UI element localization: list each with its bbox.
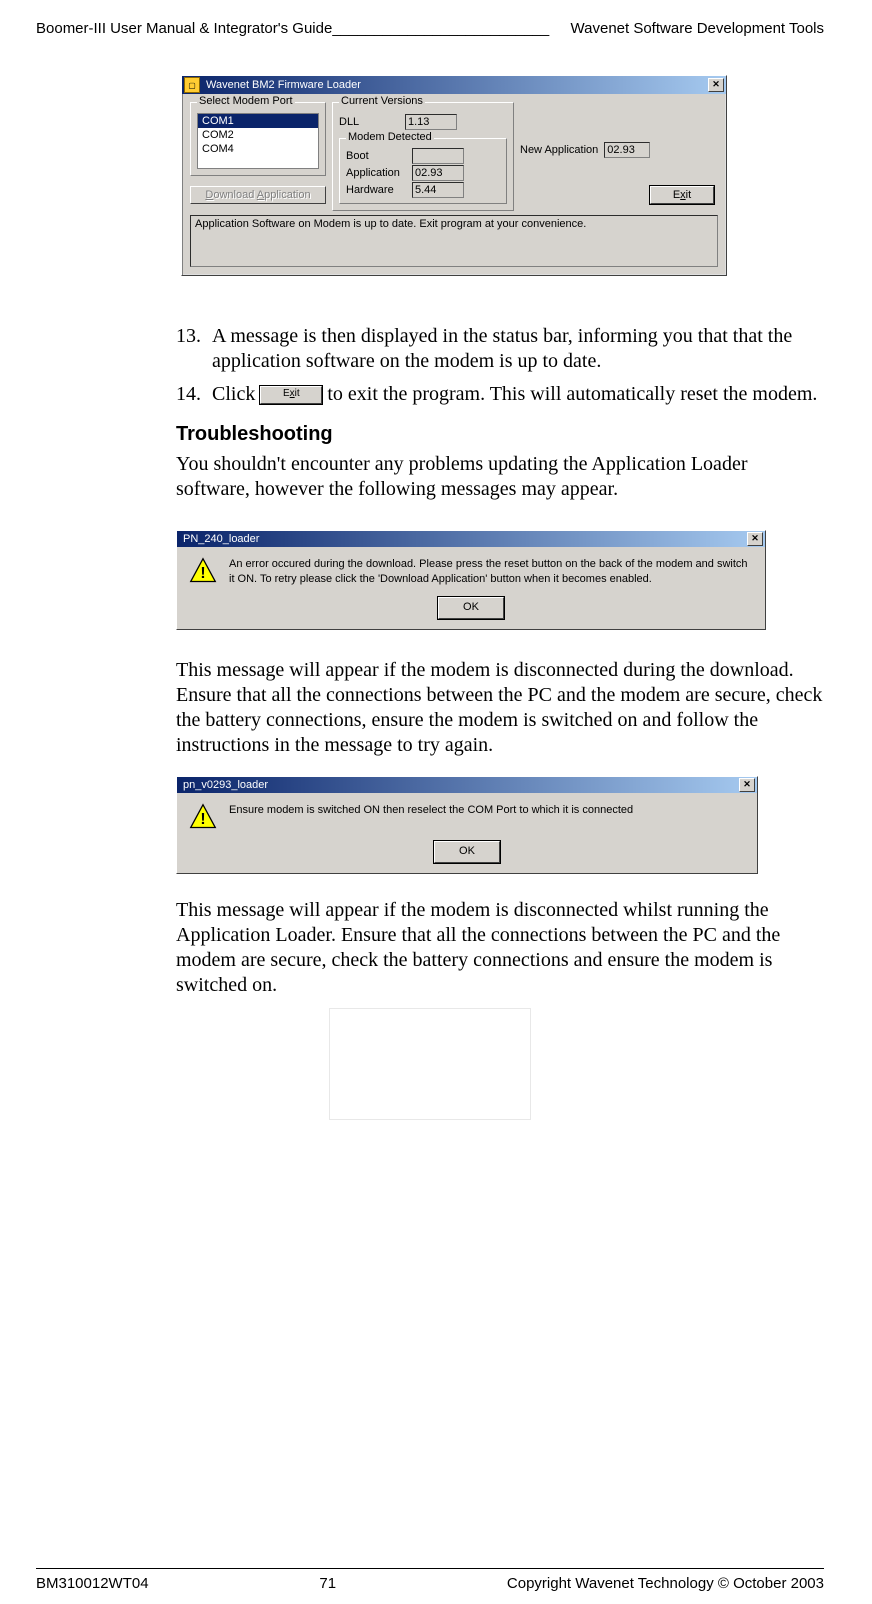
list-item[interactable]: COM2: [198, 128, 318, 142]
decorative-block: [329, 1008, 531, 1120]
header-right: Wavenet Software Development Tools: [571, 20, 824, 37]
messagebox-text: An error occured during the download. Pl…: [229, 557, 753, 587]
current-versions-group: Current Versions DLL 1.13 Modem Detected…: [332, 102, 514, 211]
messagebox-title: pn_v0293_loader: [179, 779, 739, 791]
messagebox-title: PN_240_loader: [179, 533, 747, 545]
boot-label: Boot: [346, 150, 408, 162]
window-title: Wavenet BM2 Firmware Loader: [206, 79, 708, 91]
select-modem-port-legend: Select Modem Port: [197, 95, 295, 107]
modem-detected-group: Modem Detected Boot Application 02.93 Ha…: [339, 138, 507, 204]
exit-button[interactable]: Exit: [650, 186, 714, 204]
firmware-loader-window: ▢ Wavenet BM2 Firmware Loader ✕ Select M…: [181, 75, 727, 276]
current-versions-legend: Current Versions: [339, 95, 425, 107]
troubleshooting-heading: Troubleshooting: [176, 423, 824, 446]
svg-text:!: !: [200, 565, 205, 582]
ok-button[interactable]: OK: [434, 841, 500, 863]
new-application-value: 02.93: [604, 142, 650, 158]
msg2-explanation: This message will appear if the modem is…: [176, 898, 824, 998]
warning-icon: !: [189, 557, 217, 585]
step-text: Click Exit to exit the program. This wil…: [212, 382, 824, 407]
app-icon: ▢: [184, 77, 200, 93]
step-text: A message is then displayed in the statu…: [212, 324, 824, 374]
warning-icon: !: [189, 803, 217, 831]
messagebox-titlebar: pn_v0293_loader ✕: [177, 777, 757, 793]
list-item[interactable]: COM4: [198, 142, 318, 156]
messagebox-titlebar: PN_240_loader ✕: [177, 531, 765, 547]
close-icon[interactable]: ✕: [747, 532, 763, 546]
svg-text:!: !: [200, 811, 205, 828]
dll-value: 1.13: [405, 114, 457, 130]
status-text: Application Software on Modem is up to d…: [195, 218, 586, 230]
page-footer: BM310012WT04 71 Copyright Wavenet Techno…: [36, 1575, 824, 1592]
download-application-button: Download Application: [190, 186, 326, 204]
modem-detected-legend: Modem Detected: [346, 131, 434, 143]
boot-value: [412, 148, 464, 164]
ok-button[interactable]: OK: [438, 597, 504, 619]
list-item[interactable]: COM1: [198, 114, 318, 128]
titlebar: ▢ Wavenet BM2 Firmware Loader ✕: [182, 76, 726, 94]
footer-page-number: 71: [319, 1575, 336, 1592]
hardware-value: 5.44: [412, 182, 464, 198]
header-left: Boomer-III User Manual & Integrator's Gu…: [36, 20, 549, 37]
footer-left: BM310012WT04: [36, 1575, 149, 1592]
msg1-explanation: This message will appear if the modem is…: [176, 658, 824, 758]
status-bar: Application Software on Modem is up to d…: [190, 215, 718, 267]
com-port-list[interactable]: COM1 COM2 COM4: [197, 113, 319, 169]
select-modem-port-group: Select Modem Port COM1 COM2 COM4: [190, 102, 326, 176]
troubleshooting-intro: You shouldn't encounter any problems upd…: [176, 452, 824, 502]
dll-label: DLL: [339, 116, 401, 128]
inline-exit-button[interactable]: Exit: [260, 386, 322, 404]
application-value: 02.93: [412, 165, 464, 181]
hardware-label: Hardware: [346, 184, 408, 196]
messagebox-text: Ensure modem is switched ON then reselec…: [229, 803, 633, 818]
step-text-fragment: to exit the program. This will automatic…: [327, 383, 817, 405]
error-messagebox-1: PN_240_loader ✕ ! An error occured durin…: [176, 530, 766, 630]
page-header: Boomer-III User Manual & Integrator's Gu…: [36, 20, 824, 37]
step-number: 14.: [176, 382, 212, 407]
step-number: 13.: [176, 324, 212, 374]
close-icon[interactable]: ✕: [739, 778, 755, 792]
close-icon[interactable]: ✕: [708, 78, 724, 92]
new-application-label: New Application: [520, 144, 598, 156]
error-messagebox-2: pn_v0293_loader ✕ ! Ensure modem is swit…: [176, 776, 758, 874]
application-label: Application: [346, 167, 408, 179]
footer-divider: [36, 1568, 824, 1569]
footer-right: Copyright Wavenet Technology © October 2…: [507, 1575, 824, 1592]
step-text-fragment: Click: [212, 383, 260, 405]
